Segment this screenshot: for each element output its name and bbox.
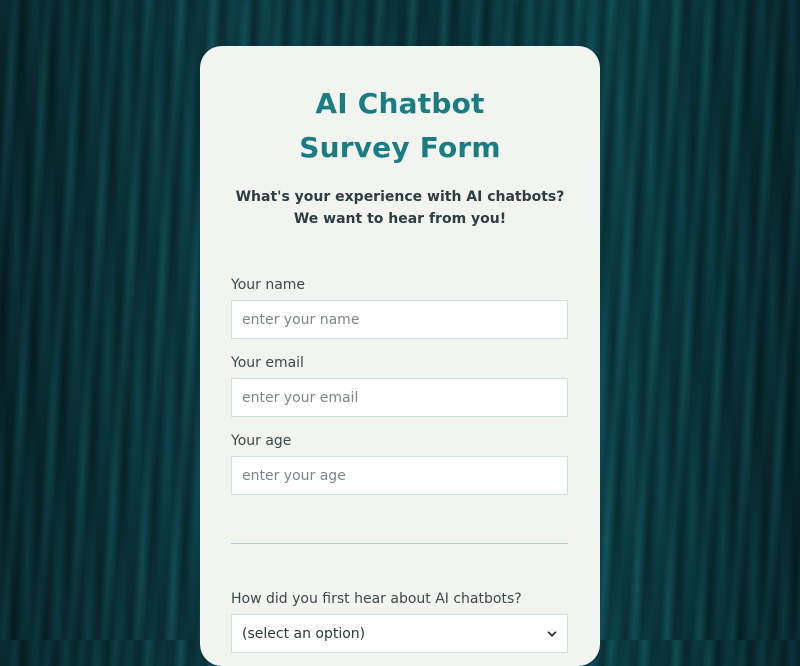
source-question-label: How did you first hear about AI chatbots… <box>231 591 522 607</box>
survey-card: AI Chatbot Survey Form What's your exper… <box>200 46 600 666</box>
section-divider <box>231 543 568 544</box>
subtitle-line-1: What's your experience with AI chatbots? <box>235 189 565 205</box>
title-line-2: Survey Form <box>299 131 501 164</box>
page-title: AI Chatbot Survey Form <box>231 82 569 170</box>
name-label: Your name <box>231 277 306 293</box>
age-label: Your age <box>231 433 292 449</box>
name-field-group: Your name <box>231 275 569 339</box>
age-input[interactable] <box>231 456 568 495</box>
email-input[interactable] <box>231 378 568 417</box>
source-question-group: How did you first hear about AI chatbots… <box>231 589 569 653</box>
name-input[interactable] <box>231 300 568 339</box>
email-label: Your email <box>231 355 304 371</box>
email-field-group: Your email <box>231 353 569 417</box>
subtitle-line-2: We want to hear from you! <box>293 211 507 227</box>
age-field-group: Your age <box>231 431 569 495</box>
source-select-value: (select an option) <box>242 625 366 642</box>
page-subtitle: What's your experience with AI chatbots?… <box>231 186 569 230</box>
title-line-1: AI Chatbot <box>315 87 485 120</box>
chevron-down-icon <box>547 630 557 637</box>
source-select[interactable]: (select an option) <box>231 614 568 653</box>
